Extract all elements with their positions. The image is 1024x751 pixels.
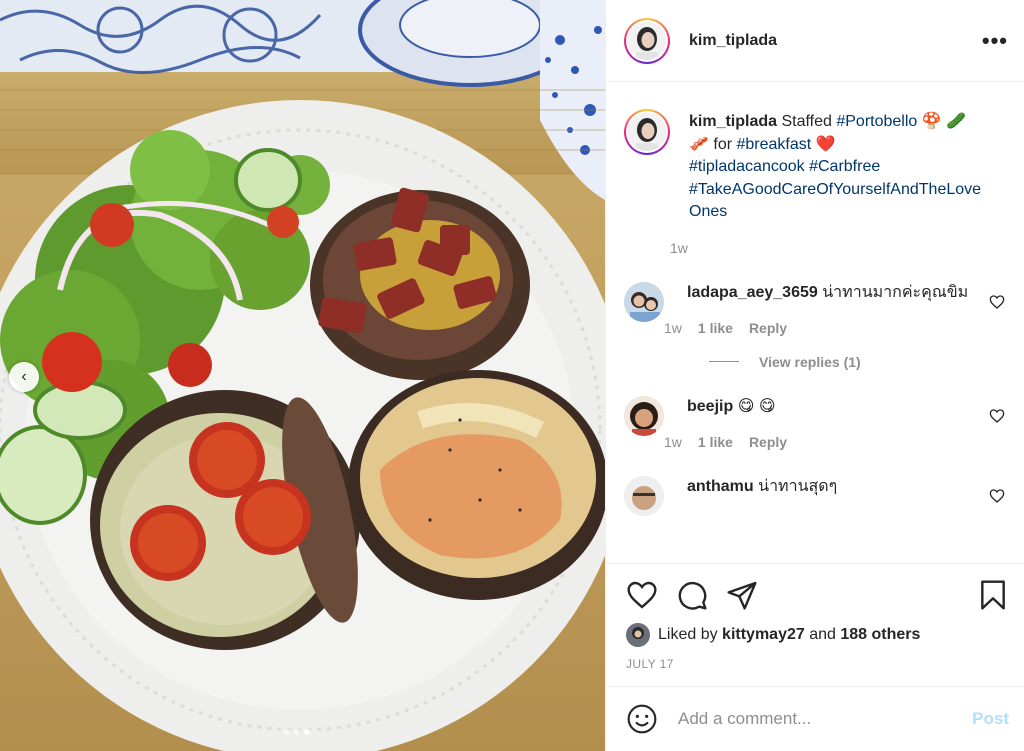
comment-body: น่าทานมากค่ะคุณขิม <box>822 283 969 301</box>
reply-button[interactable]: Reply <box>749 320 787 336</box>
commenter-username[interactable]: anthamu <box>687 478 754 495</box>
view-replies-button[interactable]: View replies (1) <box>687 354 1009 370</box>
commenter-username[interactable]: beejip <box>687 398 733 415</box>
hashtag-link[interactable]: #TakeAGoodCareOfYourselfAndTheLoveOnes <box>689 181 981 221</box>
comment-text: ladapa_aey_3659 น่าทานมากค่ะคุณขิม <box>687 282 987 304</box>
comment-likes[interactable]: 1 like <box>698 434 733 450</box>
hashtag-link[interactable]: #breakfast <box>736 136 811 153</box>
post-photo[interactable]: ‹ <box>0 0 605 751</box>
likes-summary: Liked by kittymay27 and 188 others <box>626 623 1009 647</box>
carousel-dot-active <box>304 729 310 735</box>
comment-input[interactable] <box>678 709 973 729</box>
caption-timestamp[interactable]: 1w <box>670 240 989 256</box>
view-replies-label: View replies (1) <box>759 353 861 370</box>
caption-avatar[interactable] <box>624 109 670 155</box>
liked-by-prefix: Liked by <box>658 626 723 643</box>
post-date[interactable]: JULY 17 <box>626 657 1009 671</box>
avatar-image <box>626 623 650 647</box>
post-side-panel: kim_tiplada ••• kim_tiplada Staffed #Por… <box>605 0 1024 751</box>
heart-outline-icon[interactable] <box>989 488 1005 504</box>
hashtag-link[interactable]: #tipladacancook <box>689 158 805 175</box>
add-comment-bar: Post <box>606 686 1024 751</box>
comment-meta: 1w 1 like Reply <box>664 434 987 450</box>
post-comment-button[interactable]: Post <box>972 709 1009 729</box>
liked-by-and: and <box>804 626 841 643</box>
carousel-indicator <box>284 729 310 735</box>
comment-item: anthamu น่าทานสุดๆ <box>624 475 1009 516</box>
post-caption: kim_tiplada Staffed #Portobello 🍄 🥒 🥓 fo… <box>624 109 1009 256</box>
comment-icon[interactable] <box>676 579 708 611</box>
share-icon[interactable] <box>726 579 758 611</box>
comment-timestamp[interactable]: 1w <box>664 434 682 450</box>
comment-text: beejip 😋 😋 <box>687 396 987 418</box>
replies-divider <box>709 361 739 362</box>
comments-list[interactable]: kim_tiplada Staffed #Portobello 🍄 🥒 🥓 fo… <box>606 83 1024 563</box>
comment-meta: 1w 1 like Reply <box>664 320 987 336</box>
liker-avatar[interactable] <box>626 623 650 647</box>
post-actions: Liked by kittymay27 and 188 others JULY … <box>606 563 1024 685</box>
food-photo <box>0 0 605 751</box>
avatar-image <box>628 21 666 60</box>
carousel-dot <box>284 729 290 735</box>
heart-outline-icon[interactable] <box>989 294 1005 310</box>
comment-timestamp[interactable]: 1w <box>664 320 682 336</box>
emoji-icon[interactable] <box>626 703 658 735</box>
avatar-image <box>628 113 666 151</box>
comment-body: น่าทานสุดๆ <box>758 477 838 495</box>
liked-by-user[interactable]: kittymay27 <box>722 626 805 644</box>
carousel-dot <box>294 729 300 735</box>
reply-button[interactable]: Reply <box>749 434 787 450</box>
avatar-image <box>624 475 664 516</box>
more-options-icon[interactable]: ••• <box>982 28 1008 54</box>
chevron-left-icon: ‹ <box>21 368 27 385</box>
caption-text-pre: Staffed <box>781 113 837 130</box>
comment-item: ladapa_aey_3659 น่าทานมากค่ะคุณขิม 1w 1 … <box>624 281 1009 336</box>
comment-item: beejip 😋 😋 1w 1 like Reply <box>624 395 1009 450</box>
caption-username[interactable]: kim_tiplada <box>689 113 777 130</box>
comment-likes[interactable]: 1 like <box>698 320 733 336</box>
commenter-avatar[interactable] <box>624 395 664 436</box>
commenter-avatar[interactable] <box>624 475 664 516</box>
post-author-username[interactable]: kim_tiplada <box>689 32 777 50</box>
commenter-username[interactable]: ladapa_aey_3659 <box>687 284 818 301</box>
carousel-prev-button[interactable]: ‹ <box>9 362 39 392</box>
heart-emoji: ❤️ <box>811 135 836 153</box>
action-icons <box>626 579 1009 611</box>
heart-outline-icon[interactable] <box>989 408 1005 424</box>
commenter-avatar[interactable] <box>624 281 664 322</box>
comment-body: 😋 😋 <box>737 397 776 415</box>
hashtag-link[interactable]: #Portobello <box>836 113 917 130</box>
liked-by-others[interactable]: 188 others <box>840 626 920 644</box>
caption-text: kim_tiplada Staffed #Portobello 🍄 🥒 🥓 fo… <box>689 111 989 224</box>
comment-text: anthamu น่าทานสุดๆ <box>687 476 987 498</box>
hashtag-link[interactable]: #Carbfree <box>809 158 880 175</box>
avatar[interactable] <box>624 17 670 64</box>
avatar-image <box>624 395 664 436</box>
bookmark-icon[interactable] <box>977 579 1009 611</box>
avatar-image <box>624 281 664 322</box>
post-header: kim_tiplada ••• <box>606 0 1024 82</box>
heart-icon[interactable] <box>626 579 658 611</box>
